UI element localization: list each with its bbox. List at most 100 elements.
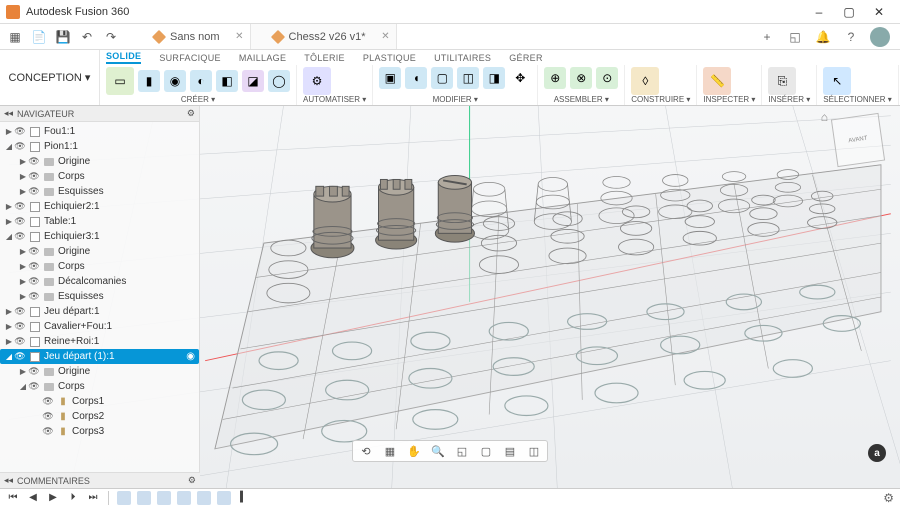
save-icon[interactable]: 💾 xyxy=(52,26,74,48)
visibility-icon[interactable]: 👁 xyxy=(28,261,40,272)
chevron-icon[interactable]: ◢ xyxy=(4,142,14,151)
group-label[interactable]: SÉLECTIONNER ▾ xyxy=(823,95,891,104)
timeline-start[interactable]: ⏮ xyxy=(6,491,20,505)
gear-icon[interactable]: ⚙ xyxy=(187,108,195,119)
automate-icon[interactable]: ⚙ xyxy=(303,67,331,95)
chevron-icon[interactable]: ▶ xyxy=(4,217,14,226)
timeline-feature[interactable] xyxy=(197,491,211,505)
timeline-feature[interactable] xyxy=(177,491,191,505)
select-icon[interactable]: ↖ xyxy=(823,67,851,95)
tree-node[interactable]: ◢👁Echiquier3:1 xyxy=(0,229,199,244)
chevron-icon[interactable]: ▶ xyxy=(4,322,14,331)
help-icon[interactable]: ? xyxy=(842,28,860,46)
chevron-icon[interactable]: ▶ xyxy=(18,172,28,181)
insert-icon[interactable]: ⎘ xyxy=(768,67,796,95)
timeline-marker[interactable]: ▍ xyxy=(237,491,251,505)
visibility-icon[interactable]: 👁 xyxy=(28,156,40,167)
group-label[interactable]: CRÉER ▾ xyxy=(106,95,290,104)
asbuilt-icon[interactable]: ⊗ xyxy=(570,67,592,89)
tree-node[interactable]: 👁▮Corps2 xyxy=(0,409,199,424)
tree-node[interactable]: ▶👁Cavalier+Fou:1 xyxy=(0,319,199,334)
chevron-icon[interactable]: ▶ xyxy=(18,157,28,166)
plane-icon[interactable]: ◊ xyxy=(631,67,659,95)
tree-node[interactable]: ▶👁Esquisses xyxy=(0,289,199,304)
tree-node[interactable]: ▶👁Origine xyxy=(0,154,199,169)
tree-node[interactable]: ▶👁Origine xyxy=(0,244,199,259)
undo-icon[interactable]: ↶ xyxy=(76,26,98,48)
tree-node[interactable]: ▶👁Origine xyxy=(0,364,199,379)
timeline-next[interactable]: ⏵ xyxy=(66,491,80,505)
tree-node[interactable]: ▶👁Table:1 xyxy=(0,214,199,229)
tree-node[interactable]: ◢👁Pion1:1 xyxy=(0,139,199,154)
comments-panel-header[interactable]: ◂◂ COMMENTAIRES ⚙ xyxy=(0,472,200,488)
redo-icon[interactable]: ↷ xyxy=(100,26,122,48)
visibility-icon[interactable]: 👁 xyxy=(28,186,40,197)
chevron-icon[interactable]: ▶ xyxy=(18,367,28,376)
tree-node[interactable]: ▶👁Echiquier2:1 xyxy=(0,199,199,214)
display-icon[interactable]: ▢ xyxy=(477,442,495,460)
chevron-icon[interactable]: ▶ xyxy=(4,127,14,136)
data-panel-icon[interactable]: ▦ xyxy=(4,26,26,48)
emboss-icon[interactable]: ◪ xyxy=(242,70,264,92)
pressdrag-icon[interactable]: ▣ xyxy=(379,67,401,89)
close-icon[interactable]: ✕ xyxy=(235,31,243,42)
visibility-icon[interactable]: 👁 xyxy=(28,366,40,377)
chevron-icon[interactable]: ▶ xyxy=(4,307,14,316)
file-menu-icon[interactable]: 📄 xyxy=(28,26,50,48)
activate-radio-icon[interactable]: ◉ xyxy=(186,351,195,362)
split-icon[interactable]: ◨ xyxy=(483,67,505,89)
timeline-feature[interactable] xyxy=(137,491,151,505)
visibility-icon[interactable]: 👁 xyxy=(28,276,40,287)
timeline-feature[interactable] xyxy=(157,491,171,505)
tree-node[interactable]: ▶👁Jeu départ:1 xyxy=(0,304,199,319)
pan-icon[interactable]: ✋ xyxy=(405,442,423,460)
tree-node[interactable]: ▶👁Reine+Roi:1 xyxy=(0,334,199,349)
ribbon-tab-maillage[interactable]: MAILLAGE xyxy=(239,53,286,63)
tree-node[interactable]: ▶👁Corps xyxy=(0,169,199,184)
fillet-icon[interactable]: ◖ xyxy=(405,67,427,89)
visibility-icon[interactable]: 👁 xyxy=(14,216,26,227)
tree-node[interactable]: ◢👁Jeu départ (1):1◉ xyxy=(0,349,199,364)
group-label[interactable]: AUTOMATISER ▾ xyxy=(303,95,366,104)
chevron-icon[interactable]: ▶ xyxy=(4,337,14,346)
visibility-icon[interactable]: 👁 xyxy=(14,141,26,152)
home-view-icon[interactable]: ⌂ xyxy=(821,110,828,124)
chevron-icon[interactable]: ▶ xyxy=(18,292,28,301)
chevron-icon[interactable]: ▶ xyxy=(18,247,28,256)
tree-node[interactable]: 👁▮Corps3 xyxy=(0,424,199,439)
fit-icon[interactable]: ◱ xyxy=(453,442,471,460)
visibility-icon[interactable]: 👁 xyxy=(14,201,26,212)
visibility-icon[interactable]: 👁 xyxy=(14,351,26,362)
tree-node[interactable]: ◢👁Corps xyxy=(0,379,199,394)
chevron-icon[interactable]: ▶ xyxy=(18,277,28,286)
loft-icon[interactable]: ◧ xyxy=(216,70,238,92)
combine-icon[interactable]: ◫ xyxy=(457,67,479,89)
sweep-icon[interactable]: ◐ xyxy=(190,70,212,92)
look-icon[interactable]: ▦ xyxy=(381,442,399,460)
hole-icon[interactable]: ◯ xyxy=(268,70,290,92)
extensions-icon[interactable]: ◱ xyxy=(786,28,804,46)
joint-icon[interactable]: ⊕ xyxy=(544,67,566,89)
visibility-icon[interactable]: 👁 xyxy=(14,321,26,332)
timeline-settings-icon[interactable]: ⚙ xyxy=(883,491,894,505)
sketch-icon[interactable]: ▭ xyxy=(106,67,134,95)
gear-icon[interactable]: ⚙ xyxy=(188,475,196,486)
timeline-end[interactable]: ⏭ xyxy=(86,491,100,505)
ribbon-tab-gerer[interactable]: GÉRER xyxy=(509,53,543,63)
visibility-icon[interactable]: 👁 xyxy=(14,306,26,317)
close-icon[interactable]: ✕ xyxy=(381,31,389,42)
window-close[interactable]: ✕ xyxy=(864,1,894,23)
grid-icon[interactable]: ▤ xyxy=(501,442,519,460)
group-label[interactable]: CONSTRUIRE ▾ xyxy=(631,95,690,104)
browser-header[interactable]: ◂◂ NAVIGATEUR ⚙ xyxy=(0,106,199,122)
visibility-icon[interactable]: 👁 xyxy=(14,336,26,347)
tree-node[interactable]: ▶👁Corps xyxy=(0,259,199,274)
tree-node[interactable]: 👁▮Corps1 xyxy=(0,394,199,409)
timeline-play[interactable]: ▶ xyxy=(46,491,60,505)
rigid-icon[interactable]: ⊙ xyxy=(596,67,618,89)
group-label[interactable]: ASSEMBLER ▾ xyxy=(544,95,618,104)
visibility-icon[interactable]: 👁 xyxy=(28,381,40,392)
group-label[interactable]: INSÉRER ▾ xyxy=(768,95,810,104)
move-icon[interactable]: ✥ xyxy=(509,67,531,89)
workspace-switcher[interactable]: CONCEPTION ▾ xyxy=(0,50,100,105)
